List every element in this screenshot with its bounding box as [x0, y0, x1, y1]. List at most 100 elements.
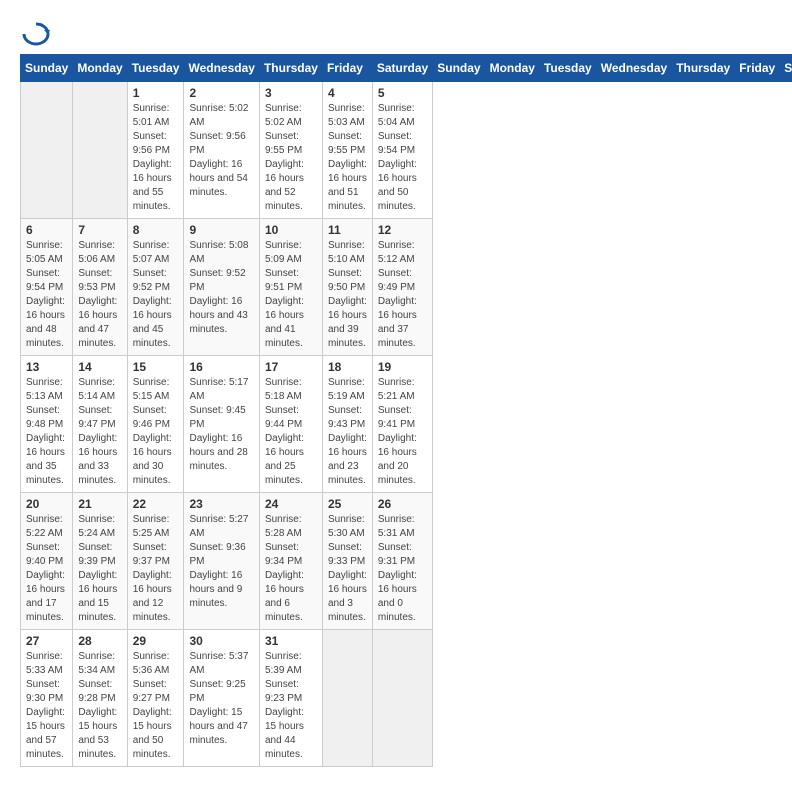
calendar-cell: 28 Sunrise: 5:34 AM Sunset: 9:28 PM Dayli… [73, 630, 127, 767]
calendar-cell: 11 Sunrise: 5:10 AM Sunset: 9:50 PM Dayli… [322, 219, 372, 356]
header-day-thursday: Thursday [672, 55, 735, 82]
week-row-4: 20 Sunrise: 5:22 AM Sunset: 9:40 PM Dayli… [21, 493, 792, 630]
day-info: Sunrise: 5:03 AM Sunset: 9:55 PM Dayligh… [328, 102, 367, 214]
day-info: Sunrise: 5:21 AM Sunset: 9:41 PM Dayligh… [378, 376, 427, 488]
day-info: Sunrise: 5:22 AM Sunset: 9:40 PM Dayligh… [26, 513, 67, 625]
header-wednesday: Wednesday [184, 55, 259, 82]
day-number: 12 [378, 223, 427, 237]
day-number: 6 [26, 223, 67, 237]
header-day-friday: Friday [735, 55, 780, 82]
header-friday: Friday [322, 55, 372, 82]
calendar-cell: 7 Sunrise: 5:06 AM Sunset: 9:53 PM Daylig… [73, 219, 127, 356]
day-number: 9 [189, 223, 253, 237]
logo-icon [22, 20, 50, 48]
calendar-cell: 15Sunrise: 5:15 AM Sunset: 9:46 PM Dayli… [127, 356, 184, 493]
calendar-cell [73, 82, 127, 219]
calendar-cell: 8 Sunrise: 5:07 AM Sunset: 9:52 PM Daylig… [127, 219, 184, 356]
logo [20, 20, 50, 44]
day-number: 8 [133, 223, 179, 237]
day-info: Sunrise: 5:09 AM Sunset: 9:51 PM Dayligh… [265, 239, 317, 351]
day-number: 24 [265, 497, 317, 511]
day-number: 7 [78, 223, 121, 237]
day-number: 16 [189, 360, 253, 374]
day-info: Sunrise: 5:28 AM Sunset: 9:34 PM Dayligh… [265, 513, 317, 625]
week-row-3: 13Sunrise: 5:13 AM Sunset: 9:48 PM Dayli… [21, 356, 792, 493]
day-info: Sunrise: 5:18 AM Sunset: 9:44 PM Dayligh… [265, 376, 317, 488]
day-number: 17 [265, 360, 317, 374]
calendar-cell: 25 Sunrise: 5:30 AM Sunset: 9:33 PM Dayli… [322, 493, 372, 630]
day-info: Sunrise: 5:37 AM Sunset: 9:25 PM Dayligh… [189, 650, 253, 748]
day-number: 30 [189, 634, 253, 648]
calendar-cell: 5Sunrise: 5:04 AM Sunset: 9:54 PM Daylig… [372, 82, 432, 219]
day-number: 21 [78, 497, 121, 511]
day-info: Sunrise: 5:17 AM Sunset: 9:45 PM Dayligh… [189, 376, 253, 474]
day-info: Sunrise: 5:12 AM Sunset: 9:49 PM Dayligh… [378, 239, 427, 351]
day-info: Sunrise: 5:05 AM Sunset: 9:54 PM Dayligh… [26, 239, 67, 351]
calendar-cell: 13Sunrise: 5:13 AM Sunset: 9:48 PM Dayli… [21, 356, 73, 493]
header-day-wednesday: Wednesday [596, 55, 671, 82]
day-info: Sunrise: 5:30 AM Sunset: 9:33 PM Dayligh… [328, 513, 367, 625]
header-day-saturday: Saturday [780, 55, 792, 82]
week-row-5: 27 Sunrise: 5:33 AM Sunset: 9:30 PM Dayli… [21, 630, 792, 767]
page-header [20, 20, 772, 44]
day-info: Sunrise: 5:02 AM Sunset: 9:55 PM Dayligh… [265, 102, 317, 214]
day-number: 29 [133, 634, 179, 648]
day-number: 10 [265, 223, 317, 237]
day-info: Sunrise: 5:08 AM Sunset: 9:52 PM Dayligh… [189, 239, 253, 337]
day-info: Sunrise: 5:15 AM Sunset: 9:46 PM Dayligh… [133, 376, 179, 488]
week-row-2: 6 Sunrise: 5:05 AM Sunset: 9:54 PM Daylig… [21, 219, 792, 356]
day-number: 19 [378, 360, 427, 374]
day-info: Sunrise: 5:33 AM Sunset: 9:30 PM Dayligh… [26, 650, 67, 762]
calendar-cell: 4Sunrise: 5:03 AM Sunset: 9:55 PM Daylig… [322, 82, 372, 219]
day-number: 22 [133, 497, 179, 511]
day-info: Sunrise: 5:14 AM Sunset: 9:47 PM Dayligh… [78, 376, 121, 488]
calendar-cell: 30 Sunrise: 5:37 AM Sunset: 9:25 PM Dayli… [184, 630, 259, 767]
header-day-monday: Monday [485, 55, 539, 82]
day-info: Sunrise: 5:27 AM Sunset: 9:36 PM Dayligh… [189, 513, 253, 611]
day-info: Sunrise: 5:36 AM Sunset: 9:27 PM Dayligh… [133, 650, 179, 762]
day-number: 11 [328, 223, 367, 237]
day-info: Sunrise: 5:34 AM Sunset: 9:28 PM Dayligh… [78, 650, 121, 762]
day-number: 28 [78, 634, 121, 648]
day-info: Sunrise: 5:07 AM Sunset: 9:52 PM Dayligh… [133, 239, 179, 351]
calendar-cell: 22Sunrise: 5:25 AM Sunset: 9:37 PM Dayli… [127, 493, 184, 630]
day-info: Sunrise: 5:06 AM Sunset: 9:53 PM Dayligh… [78, 239, 121, 351]
day-number: 18 [328, 360, 367, 374]
calendar-header-row: SundayMondayTuesdayWednesdayThursdayFrid… [21, 55, 792, 82]
calendar-cell: 27 Sunrise: 5:33 AM Sunset: 9:30 PM Dayli… [21, 630, 73, 767]
calendar-cell: 9 Sunrise: 5:08 AM Sunset: 9:52 PM Daylig… [184, 219, 259, 356]
day-info: Sunrise: 5:01 AM Sunset: 9:56 PM Dayligh… [133, 102, 179, 214]
calendar-cell: 26 Sunrise: 5:31 AM Sunset: 9:31 PM Dayli… [372, 493, 432, 630]
day-number: 27 [26, 634, 67, 648]
calendar-cell: 1 Sunrise: 5:01 AM Sunset: 9:56 PM Daylig… [127, 82, 184, 219]
calendar-cell: 16 Sunrise: 5:17 AM Sunset: 9:45 PM Dayli… [184, 356, 259, 493]
day-info: Sunrise: 5:31 AM Sunset: 9:31 PM Dayligh… [378, 513, 427, 625]
day-number: 3 [265, 86, 317, 100]
calendar-cell [322, 630, 372, 767]
day-number: 26 [378, 497, 427, 511]
calendar-cell [372, 630, 432, 767]
day-number: 20 [26, 497, 67, 511]
calendar-cell: 6 Sunrise: 5:05 AM Sunset: 9:54 PM Daylig… [21, 219, 73, 356]
header-tuesday: Tuesday [127, 55, 184, 82]
header-day-tuesday: Tuesday [539, 55, 596, 82]
day-number: 14 [78, 360, 121, 374]
header-thursday: Thursday [259, 55, 322, 82]
calendar-cell: 2Sunrise: 5:02 AM Sunset: 9:56 PM Daylig… [184, 82, 259, 219]
calendar-cell: 20 Sunrise: 5:22 AM Sunset: 9:40 PM Dayli… [21, 493, 73, 630]
day-number: 2 [189, 86, 253, 100]
calendar-cell: 14 Sunrise: 5:14 AM Sunset: 9:47 PM Dayli… [73, 356, 127, 493]
calendar-cell: 10 Sunrise: 5:09 AM Sunset: 9:51 PM Dayli… [259, 219, 322, 356]
day-info: Sunrise: 5:24 AM Sunset: 9:39 PM Dayligh… [78, 513, 121, 625]
calendar-cell: 12 Sunrise: 5:12 AM Sunset: 9:49 PM Dayli… [372, 219, 432, 356]
header-monday: Monday [73, 55, 127, 82]
calendar-cell: 3 Sunrise: 5:02 AM Sunset: 9:55 PM Daylig… [259, 82, 322, 219]
calendar-cell: 19 Sunrise: 5:21 AM Sunset: 9:41 PM Dayli… [372, 356, 432, 493]
day-number: 25 [328, 497, 367, 511]
day-number: 23 [189, 497, 253, 511]
header-saturday: Saturday [372, 55, 432, 82]
day-number: 1 [133, 86, 179, 100]
day-number: 13 [26, 360, 67, 374]
day-info: Sunrise: 5:10 AM Sunset: 9:50 PM Dayligh… [328, 239, 367, 351]
header-day-sunday: Sunday [433, 55, 485, 82]
